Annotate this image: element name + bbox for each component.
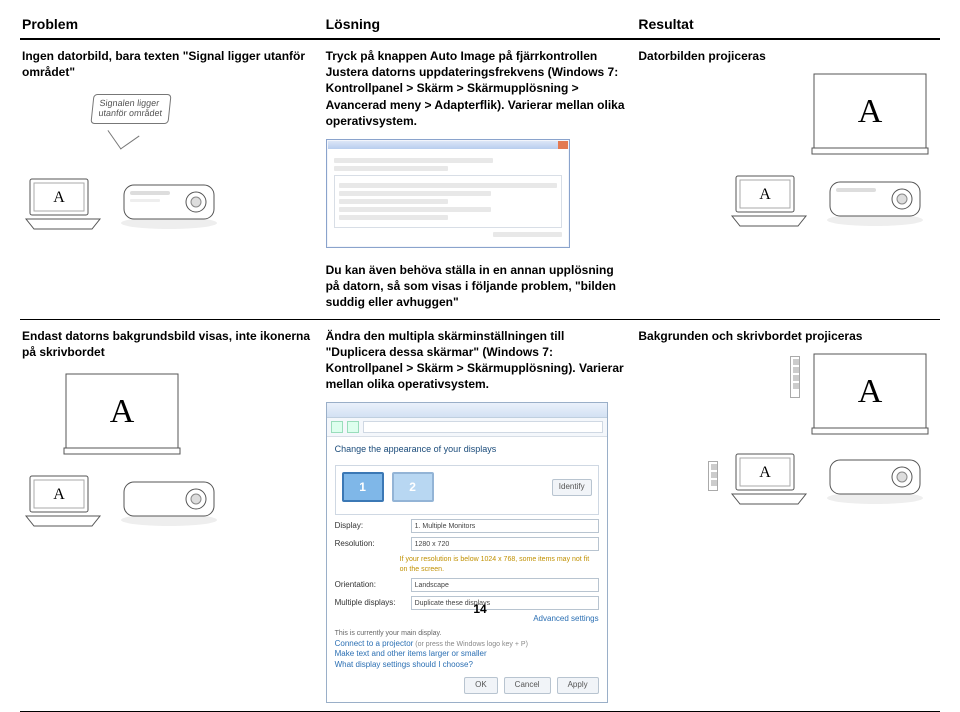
illustration-problem: A (22, 171, 314, 231)
projection-screen-icon: A (810, 70, 930, 158)
result-text: Datorbilden projiceras (638, 48, 930, 64)
field-display[interactable]: 1. Multiple Monitors (411, 519, 599, 533)
svg-text:A: A (110, 393, 135, 430)
projector-icon (820, 446, 930, 506)
desktop-icons (708, 461, 718, 491)
signal-callout: Signalen ligger utanför området (92, 94, 314, 147)
desktop-icons (790, 356, 800, 398)
connect-projector-link[interactable]: Connect to a projector (335, 639, 414, 648)
text-size-link[interactable]: Make text and other items larger or smal… (335, 649, 599, 660)
lbl-resolution: Resolution: (335, 539, 405, 550)
address-bar (363, 421, 603, 433)
display-help-link[interactable]: What display settings should I choose? (335, 660, 599, 671)
svg-text:A: A (759, 464, 771, 481)
laptop-icon: A (728, 172, 814, 228)
illustration-result-screen: A (638, 70, 930, 158)
projection-screen-icon: A (62, 370, 182, 458)
laptop-icon: A (22, 472, 108, 528)
back-icon (331, 421, 343, 433)
svg-text:A: A (858, 93, 883, 130)
apply-button[interactable]: Apply (557, 677, 599, 694)
problem-text: Ingen datorbild, bara texten "Signal lig… (22, 48, 314, 80)
illustration-problem2-screen: A (62, 370, 314, 458)
lbl-display: Display: (335, 521, 405, 532)
laptop-icon: A (22, 175, 108, 231)
projection-screen-icon: A (810, 350, 930, 438)
illustration-result2-devices: A (638, 446, 930, 506)
page-number: 14 (0, 602, 960, 616)
field-orientation[interactable]: Landscape (411, 578, 599, 592)
col-resultat: Resultat (636, 12, 940, 39)
svg-text:A: A (858, 373, 883, 410)
problem-text: Endast datorns bakgrundsbild visas, inte… (22, 328, 314, 360)
dialog-title: Change the appearance of your displays (327, 437, 607, 455)
forward-icon (347, 421, 359, 433)
svg-text:A: A (53, 486, 65, 503)
svg-text:A: A (759, 186, 771, 203)
col-problem: Problem (20, 12, 324, 39)
ok-button[interactable]: OK (464, 677, 498, 694)
col-losning: Lösning (324, 12, 637, 39)
monitor-1: 1 (342, 472, 384, 502)
svg-text:A: A (53, 189, 65, 206)
illustration-problem2-devices: A (22, 468, 314, 528)
adapter-dialog-screenshot (326, 139, 570, 248)
projector-icon (114, 468, 224, 528)
illustration-result-devices: A (638, 168, 930, 228)
monitor-preview: 1 2 Identify (335, 465, 599, 515)
res-hint: If your resolution is below 1024 x 768, … (400, 555, 599, 574)
monitor-2: 2 (392, 472, 434, 502)
main-display-hint: This is currently your main display. (335, 629, 599, 638)
lbl-orientation: Orientation: (335, 580, 405, 591)
projector-icon (820, 168, 930, 228)
table-row: Ingen datorbild, bara texten "Signal lig… (20, 39, 940, 319)
projector-icon (114, 171, 224, 231)
connect-projector-sub: (or press the Windows logo key + P) (415, 641, 528, 648)
result-text: Bakgrunden och skrivbordet projiceras (638, 328, 930, 344)
illustration-result2-screen: A (638, 350, 930, 438)
callout-bubble: Signalen ligger utanför området (90, 94, 171, 124)
cancel-button[interactable]: Cancel (504, 677, 551, 694)
close-icon (558, 141, 568, 149)
solution-text: Ändra den multipla skärminställningen ti… (326, 328, 627, 393)
solution-text: Tryck på knappen Auto Image på fjärrkont… (326, 48, 627, 129)
identify-button[interactable]: Identify (552, 479, 592, 496)
laptop-icon: A (728, 450, 814, 506)
field-resolution[interactable]: 1280 x 720 (411, 537, 599, 551)
mid-note: Du kan även behöva ställa in en annan up… (326, 262, 627, 311)
table-row: Endast datorns bakgrundsbild visas, inte… (20, 319, 940, 711)
screen-resolution-dialog: Change the appearance of your displays 1… (326, 402, 608, 702)
